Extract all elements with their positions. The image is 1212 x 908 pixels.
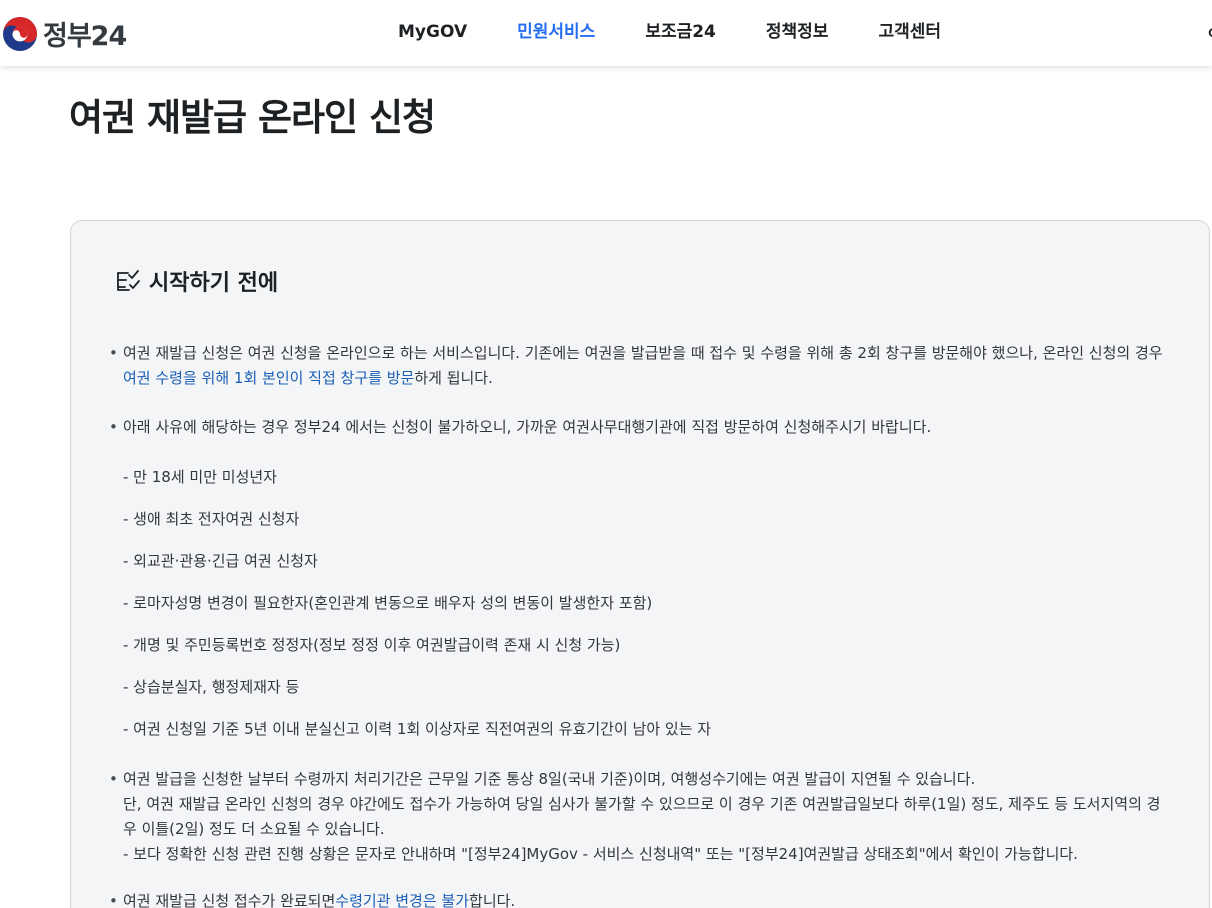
- notice-title: 시작하기 전에: [149, 271, 279, 296]
- nav-item-mygov[interactable]: MyGOV: [398, 20, 467, 44]
- list-item: - 외교관·관용·긴급 여권 신청자: [123, 552, 318, 570]
- notice-item-online-service: 여권 재발급 신청은 여권 신청을 온라인으로 하는 서비스입니다. 기존에는 …: [109, 341, 1169, 391]
- site-header: 정부24 MyGOV 민원서비스 보조금24 정책정보 고객센터 ㅇ: [0, 0, 1212, 66]
- nav-item-customer-center[interactable]: 고객센터: [878, 20, 941, 44]
- notice-text: 하게 됩니다.: [414, 369, 493, 387]
- notice-item-ineligible: 아래 사유에 해당하는 경우 정부24 에서는 신청이 불가하오니, 가까운 여…: [109, 415, 1169, 440]
- notice-text: 단, 여권 재발급 온라인 신청의 경우 야간에도 접수가 가능하여 당일 심사…: [123, 795, 1161, 838]
- notice-highlight: 여권 수령을 위해 1회 본인이 직접 창구를 방문: [123, 369, 415, 387]
- notice-text: 아래 사유에 해당하는 경우 정부24 에서는 신청이 불가하오니, 가까운 여…: [123, 418, 932, 436]
- list-item: - 상습분실자, 행정제재자 등: [123, 678, 300, 696]
- taegeuk-emblem-icon: [2, 16, 38, 52]
- list-item: - 여권 신청일 기준 5년 이내 분실신고 이력 1회 이상자로 직전여권의 …: [123, 720, 712, 738]
- list-item: - 만 18세 미만 미성년자: [123, 468, 277, 486]
- notice-highlight: 수령기관 변경은 불가: [335, 892, 470, 908]
- notice-content: 여권 재발급 신청은 여권 신청을 온라인으로 하는 서비스입니다. 기존에는 …: [109, 341, 1169, 908]
- notice-text: 여권 재발급 신청 접수가 완료되면: [123, 892, 336, 908]
- list-item: - 로마자성명 변경이 필요한자(혼인관계 변동으로 배우자 성의 변동이 발생…: [123, 594, 653, 612]
- notice-item-processing-period: 여권 발급을 신청한 날부터 수령까지 처리기간은 근무일 기준 통상 8일(국…: [109, 767, 1169, 867]
- notice-text: 여권 재발급 신청은 여권 신청을 온라인으로 하는 서비스입니다. 기존에는 …: [123, 344, 1163, 362]
- notice-header: 시작하기 전에: [115, 265, 278, 297]
- page-title: 여권 재발급 온라인 신청: [69, 96, 436, 139]
- notice-item-pickup-change: 여권 재발급 신청 접수가 완료되면수령기관 변경은 불가합니다.: [109, 889, 1169, 908]
- notice-text: - 보다 정확한 신청 관련 진행 상황은 문자로 안내하며 "[정부24]My…: [123, 845, 1078, 863]
- nav-item-civil-services[interactable]: 민원서비스: [517, 20, 595, 44]
- site-logo[interactable]: 정부24: [2, 14, 127, 53]
- nav-item-policy-info[interactable]: 정책정보: [766, 20, 829, 44]
- checklist-icon: [115, 268, 141, 294]
- list-item: - 생애 최초 전자여권 신청자: [123, 510, 300, 528]
- ineligible-list: - 만 18세 미만 미성년자 - 생애 최초 전자여권 신청자 - 외교관·관…: [109, 465, 1169, 742]
- main-navigation: MyGOV 민원서비스 보조금24 정책정보 고객센터: [398, 20, 991, 44]
- list-item: - 개명 및 주민등록번호 정정자(정보 정정 이후 여권발급이력 존재 시 신…: [123, 636, 621, 654]
- nav-item-subsidy24[interactable]: 보조금24: [645, 20, 716, 44]
- notice-text: 합니다.: [469, 892, 516, 908]
- before-start-notice-panel: 시작하기 전에 여권 재발급 신청은 여권 신청을 온라인으로 하는 서비스입니…: [70, 220, 1210, 908]
- logo-text: 정부24: [43, 21, 127, 52]
- header-right-item[interactable]: ㅇ: [1206, 19, 1212, 43]
- notice-text: 여권 발급을 신청한 날부터 수령까지 처리기간은 근무일 기준 통상 8일(국…: [123, 770, 976, 788]
